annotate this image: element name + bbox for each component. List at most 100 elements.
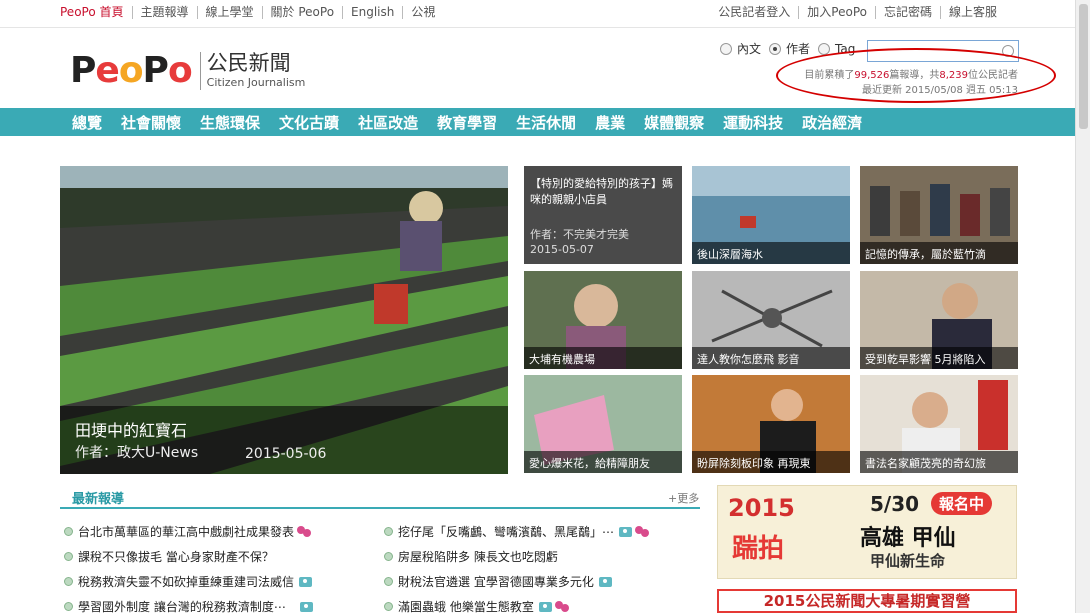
list-item[interactable]: 課稅不只像拔毛 當心身家財產不保？ bbox=[64, 544, 313, 569]
nav-item-sports-tech[interactable]: 運動科技 bbox=[723, 112, 783, 133]
news-tile[interactable]: 受到乾旱影響 5月將陷入 bbox=[860, 271, 1018, 369]
news-tile[interactable]: 【特別的愛給特別的孩子】媽咪的親親小店員 作者：不完美才完美 2015-05-0… bbox=[524, 166, 682, 264]
logo-title-cn: 公民新聞 bbox=[206, 51, 291, 75]
tile-caption[interactable]: 書法名家顧茂亮的奇幻旅 bbox=[860, 451, 1018, 473]
latest-news-heading: 最新報導 bbox=[72, 492, 125, 507]
photo-icon bbox=[299, 576, 313, 587]
latest-divider bbox=[60, 507, 700, 509]
logo-separator bbox=[199, 51, 201, 90]
news-title[interactable]: 稅務救濟失靈不如砍掉重練重建司法威信 bbox=[78, 573, 294, 590]
top-link-login[interactable]: 公民記者登入 bbox=[710, 6, 798, 19]
top-link-about[interactable]: 關於 PeoPo bbox=[261, 6, 343, 19]
news-title[interactable]: 滿園蟲蛾 他樂當生態教室 bbox=[398, 598, 534, 613]
top-link-english[interactable]: English bbox=[342, 6, 402, 19]
bullet-icon bbox=[384, 552, 393, 561]
top-link-academy[interactable]: 線上學堂 bbox=[196, 6, 262, 19]
logo-text: 公民新聞 Citizen Journalism bbox=[207, 52, 306, 89]
list-item[interactable]: 台北市萬華區的華江高中戲劇社成果發表 bbox=[64, 519, 313, 544]
list-item[interactable]: 挖仔尾「反嘴鸕、彎嘴濱鷸、黑尾鷸」⋯ bbox=[384, 519, 650, 544]
radio-tag[interactable] bbox=[818, 42, 831, 55]
logo-letter: P bbox=[142, 50, 169, 91]
list-item[interactable]: 稅務救濟失靈不如砍掉重練重建司法威信 bbox=[64, 569, 313, 594]
news-tile[interactable]: 後山深層海水 bbox=[692, 166, 850, 264]
news-title[interactable]: 課稅不只像拔毛 當心身家財產不保？ bbox=[78, 548, 274, 565]
news-tile[interactable]: 記憶的傳承，屬於藍竹滴 bbox=[860, 166, 1018, 264]
news-title[interactable]: 挖仔尾「反嘴鸕、彎嘴濱鷸、黑尾鷸」⋯ bbox=[398, 523, 614, 540]
bullet-icon bbox=[64, 552, 73, 561]
promo-year: 2015 bbox=[728, 494, 795, 522]
photo-icon bbox=[619, 526, 633, 537]
nav-item-media[interactable]: 媒體觀察 bbox=[644, 112, 704, 133]
logo-wordmark: PeoPo bbox=[70, 50, 193, 91]
nav-item-agriculture[interactable]: 農業 bbox=[595, 112, 625, 133]
nav-item-culture[interactable]: 文化古蹟 bbox=[279, 112, 339, 133]
bullet-icon bbox=[384, 527, 393, 536]
photo-icon bbox=[299, 601, 313, 612]
photo-icon bbox=[598, 576, 612, 587]
top-divider bbox=[0, 27, 1075, 28]
tile-caption[interactable]: 達人教你怎麼飛 影音 bbox=[692, 347, 850, 369]
news-tile[interactable]: 書法名家顧茂亮的奇幻旅 bbox=[860, 375, 1018, 473]
promo-banner[interactable]: 2015 踹拍 5/30 報名中 高雄 甲仙 甲仙新生命 bbox=[717, 485, 1017, 579]
news-tile[interactable]: 盼屏除刻板印象 再現東 bbox=[692, 375, 850, 473]
hero-feature[interactable]: 田埂中的紅寶石 作者：政大U-News 2015-05-06 bbox=[60, 166, 508, 474]
nav-item-community[interactable]: 社區改造 bbox=[358, 112, 418, 133]
news-title[interactable]: 財稅法官遴選 宜學習德國專業多元化 bbox=[398, 573, 594, 590]
radio-author[interactable] bbox=[769, 42, 782, 55]
list-item[interactable]: 學習國外制度 讓台灣的稅務救濟制度⋯ bbox=[64, 594, 313, 613]
latest-more-link[interactable]: +更多 bbox=[668, 490, 699, 506]
nav-item-politics[interactable]: 政治經濟 bbox=[802, 112, 862, 133]
logo-letter: e bbox=[95, 50, 119, 91]
news-tile[interactable]: 愛心爆米花，給精障朋友 bbox=[524, 375, 682, 473]
nav-item-ecology[interactable]: 生態環保 bbox=[200, 112, 260, 133]
news-title[interactable]: 學習國外制度 讓台灣的稅務救濟制度⋯ bbox=[78, 598, 286, 613]
scrollbar-thumb[interactable] bbox=[1079, 4, 1088, 129]
top-link-join[interactable]: 加入PeoPo bbox=[798, 6, 875, 19]
hero-title[interactable]: 田埂中的紅寶石 bbox=[75, 417, 187, 441]
tile-caption[interactable]: 愛心爆米花，給精障朋友 bbox=[524, 451, 682, 473]
tile-title[interactable]: 【特別的愛給特別的孩子】媽咪的親親小店員 bbox=[530, 176, 676, 208]
news-tile[interactable]: 達人教你怎麼飛 影音 bbox=[692, 271, 850, 369]
tile-date: 2015-05-07 bbox=[530, 243, 594, 256]
scrollbar[interactable] bbox=[1075, 0, 1090, 613]
nav-item-leisure[interactable]: 生活休閒 bbox=[516, 112, 576, 133]
video-icon bbox=[297, 525, 312, 538]
tile-caption[interactable]: 受到乾旱影響 5月將陷入 bbox=[860, 347, 1018, 369]
tile-caption[interactable]: 盼屏除刻板印象 再現東 bbox=[692, 451, 850, 473]
bullet-icon bbox=[64, 602, 73, 611]
news-title[interactable]: 房屋稅陷阱多 陳長文也吃悶虧 bbox=[398, 548, 558, 565]
photo-icon bbox=[538, 601, 552, 612]
video-icon bbox=[635, 525, 650, 538]
radio-author-label: 作者 bbox=[786, 42, 811, 56]
promo-banner-2[interactable]: 2015公民新聞大專暑期實習營 bbox=[717, 589, 1017, 613]
news-tile[interactable]: 大埔有機農場 bbox=[524, 271, 682, 369]
top-link-pts[interactable]: 公視 bbox=[402, 6, 443, 19]
nav-item-social[interactable]: 社會關懷 bbox=[121, 112, 181, 133]
logo-title-en: Citizen Journalism bbox=[206, 76, 306, 89]
video-icon bbox=[554, 600, 570, 613]
top-link-forgot-password[interactable]: 忘記密碼 bbox=[874, 6, 940, 19]
list-item[interactable]: 房屋稅陷阱多 陳長文也吃悶虧 bbox=[384, 544, 650, 569]
site-logo[interactable]: PeoPo 公民新聞 Citizen Journalism bbox=[70, 50, 305, 91]
top-bar: PeoPo 首頁 主題報導 線上學堂 關於 PeoPo English 公視 公… bbox=[0, 0, 1075, 28]
tile-caption[interactable]: 記憶的傳承，屬於藍竹滴 bbox=[860, 242, 1018, 264]
list-item[interactable]: 滿園蟲蛾 他樂當生態教室 bbox=[384, 594, 650, 613]
radio-content-label: 內文 bbox=[737, 42, 762, 56]
top-link-support[interactable]: 線上客服 bbox=[939, 6, 1005, 19]
latest-news-right: 挖仔尾「反嘴鸕、彎嘴濱鷸、黑尾鷸」⋯ 房屋稅陷阱多 陳長文也吃悶虧 財稅法官遴選… bbox=[384, 519, 650, 613]
logo-letter: o bbox=[118, 50, 144, 91]
top-link-home[interactable]: PeoPo 首頁 bbox=[60, 6, 132, 19]
nav-item-education[interactable]: 教育學習 bbox=[437, 112, 497, 133]
nav-item-overview[interactable]: 總覽 bbox=[72, 112, 102, 133]
hero-date: 2015-05-06 bbox=[245, 446, 327, 462]
tile-caption[interactable]: 大埔有機農場 bbox=[524, 347, 682, 369]
list-item[interactable]: 財稅法官遴選 宜學習德國專業多元化 bbox=[384, 569, 650, 594]
hero-author[interactable]: 作者：政大U-News bbox=[75, 442, 198, 462]
tile-caption[interactable]: 後山深層海水 bbox=[692, 242, 850, 264]
radio-content[interactable] bbox=[720, 42, 732, 55]
tile-author[interactable]: 作者：不完美才完美 bbox=[530, 226, 629, 242]
news-title[interactable]: 台北市萬華區的華江高中戲劇社成果發表 bbox=[78, 523, 294, 540]
bullet-icon bbox=[64, 577, 73, 586]
annotation-oval bbox=[776, 48, 1056, 103]
top-link-topics[interactable]: 主題報導 bbox=[131, 6, 197, 19]
